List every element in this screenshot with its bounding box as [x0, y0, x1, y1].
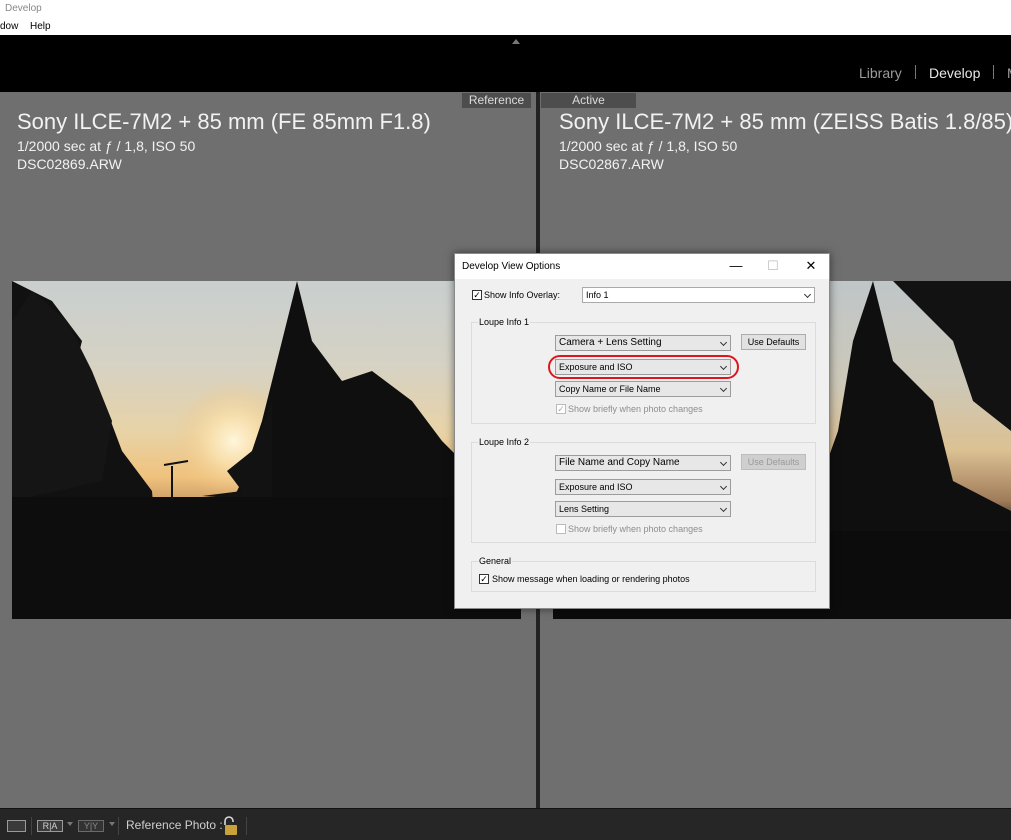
toolbar-separator [246, 817, 247, 835]
view-mode-dropdown-arrow[interactable] [67, 822, 73, 826]
loupe-info-camera-lens: Sony ILCE-7M2 + 85 mm (FE 85mm F1.8) [17, 109, 431, 134]
bottom-toolbar: R|A Y|Y Reference Photo : [0, 808, 1011, 840]
loupe-2-line-1-select[interactable]: File Name and Copy Name [555, 455, 731, 471]
chevron-down-icon [719, 338, 728, 347]
show-info-overlay-checkbox[interactable]: ✓ [472, 290, 482, 300]
toolbar-separator [31, 817, 32, 835]
active-label: Active [541, 93, 636, 108]
general-title: General [478, 556, 513, 567]
loupe-info-exposure: 1/2000 sec at ƒ / 1,8, ISO 50 [559, 138, 738, 154]
menu-bar: dow Help [0, 18, 1011, 35]
module-separator [915, 65, 916, 79]
lock-icon[interactable] [222, 816, 240, 836]
reference-photo-label: Reference Photo : [126, 818, 223, 832]
develop-view-options-dialog: Develop View Options — ☐ ✕ ✓ Show Info O… [454, 253, 830, 609]
before-after-dropdown-arrow[interactable] [109, 822, 115, 826]
show-message-label: Show message when loading or rendering p… [492, 574, 690, 584]
loupe-info-1-title: Loupe Info 1 [478, 317, 531, 328]
loupe-1-show-briefly-label: Show briefly when photo changes [568, 404, 703, 414]
info-overlay-select[interactable]: Info 1 [582, 287, 815, 303]
module-library[interactable]: Library [859, 64, 902, 82]
loupe-2-line-3-select[interactable]: Lens Setting [555, 501, 731, 517]
dialog-title-bar[interactable]: Develop View Options — ☐ ✕ [455, 254, 829, 279]
loupe-2-use-defaults-button: Use Defaults [741, 454, 806, 470]
loupe-1-use-defaults-button[interactable]: Use Defaults [741, 334, 806, 350]
reference-active-view-button[interactable]: R|A [37, 820, 63, 832]
dialog-title: Develop View Options [462, 261, 561, 272]
chevron-down-icon [719, 482, 728, 491]
loupe-2-show-briefly-label: Show briefly when photo changes [568, 524, 703, 534]
loupe-info-2-title: Loupe Info 2 [478, 437, 531, 448]
loupe-info-camera-lens: Sony ILCE-7M2 + 85 mm (ZEISS Batis 1.8/8… [559, 109, 1011, 134]
chevron-down-icon [719, 504, 728, 513]
module-separator [993, 65, 994, 79]
show-info-overlay-label: Show Info Overlay: [484, 290, 561, 300]
window-title: Develop [0, 0, 1011, 18]
maximize-button: ☐ [767, 258, 779, 273]
reference-photo[interactable] [12, 281, 521, 619]
before-after-view-button[interactable]: Y|Y [78, 820, 104, 832]
loupe-info-filename: DSC02869.ARW [17, 156, 122, 172]
loupe-info-filename: DSC02867.ARW [559, 156, 664, 172]
chevron-down-icon [803, 290, 812, 299]
loupe-2-show-briefly-checkbox [556, 524, 566, 534]
loupe-2-line-2-select[interactable]: Exposure and ISO [555, 479, 731, 495]
loupe-view-icon[interactable] [7, 820, 26, 832]
reference-label: Reference [462, 93, 531, 108]
show-message-checkbox[interactable]: ✓ [479, 574, 489, 584]
loupe-info-exposure: 1/2000 sec at ƒ / 1,8, ISO 50 [17, 138, 196, 154]
menu-help[interactable]: Help [30, 18, 51, 35]
exposure-and-iso-highlight [548, 355, 739, 379]
minimize-button[interactable]: — [728, 258, 744, 274]
module-develop[interactable]: Develop [929, 64, 980, 82]
loupe-1-line-1-select[interactable]: Camera + Lens Setting [555, 335, 731, 351]
chevron-down-icon [719, 458, 728, 467]
loupe-1-line-3-select[interactable]: Copy Name or File Name [555, 381, 731, 397]
close-button[interactable]: ✕ [803, 258, 819, 274]
toolbar-separator [118, 817, 119, 835]
lightroom-window: Develop dow Help Library Develop M Refer… [0, 0, 1011, 840]
module-map[interactable]: M [1007, 64, 1011, 82]
loupe-1-show-briefly-checkbox: ✓ [556, 404, 566, 414]
menu-window[interactable]: dow [0, 18, 18, 35]
chevron-down-icon [719, 384, 728, 393]
collapse-top-panel-arrow[interactable] [512, 39, 520, 44]
